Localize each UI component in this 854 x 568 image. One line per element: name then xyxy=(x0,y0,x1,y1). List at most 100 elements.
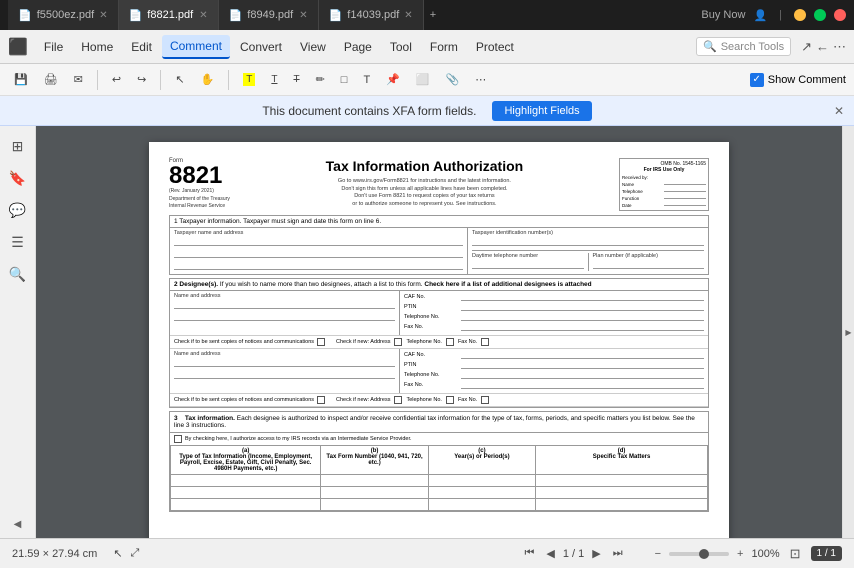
tab-bar: 📄 f5500ez.pdf ✕ 📄 f8821.pdf ✕ 📄 f8949.pd… xyxy=(8,0,701,30)
toolbar-highlight[interactable]: T xyxy=(237,70,261,89)
zoom-percent-label: 100% xyxy=(751,548,779,560)
sidebar-layers-icon[interactable]: ☰ xyxy=(6,230,30,254)
sidebar-search-icon[interactable]: 🔍 xyxy=(6,262,30,286)
section1-header: 1 Taxpayer information. Taxpayer must si… xyxy=(170,216,708,228)
toolbar-print[interactable]: 🖨 xyxy=(38,70,64,89)
menu-home[interactable]: Home xyxy=(73,36,121,58)
separator-1 xyxy=(97,70,98,90)
pdf-viewer[interactable]: Form 8821 (Rev. January 2021) Department… xyxy=(36,126,842,538)
toolbar-stamp[interactable]: ⬜ xyxy=(410,70,436,89)
app-logo: ⬛ xyxy=(8,37,28,57)
show-comment-checkbox[interactable]: ✓ xyxy=(750,73,764,87)
toolbar-sticky[interactable]: 📌 xyxy=(380,70,406,89)
highlight-fields-button[interactable]: Highlight Fields xyxy=(492,101,591,121)
copies-row-2: Check if to be sent copies of notices an… xyxy=(170,394,708,407)
xfa-banner: This document contains XFA form fields. … xyxy=(0,96,854,126)
zoom-slider[interactable] xyxy=(669,552,729,556)
tab-f5500ez[interactable]: 📄 f5500ez.pdf ✕ xyxy=(8,0,119,30)
tax-table: (a) Type of Tax Information (Income, Emp… xyxy=(170,445,708,511)
cursor-icon: ↖ xyxy=(113,547,122,560)
menu-page[interactable]: Page xyxy=(336,36,380,58)
toolbar-redo[interactable]: ↪ xyxy=(131,70,152,89)
back-icon[interactable]: ← xyxy=(816,39,829,55)
show-comment-toggle[interactable]: ✓ Show Comment xyxy=(750,73,846,87)
xfa-close-button[interactable]: ✕ xyxy=(834,104,844,118)
section2-header: 2 Designee(s). If you wish to name more … xyxy=(170,279,708,291)
fit-page-button[interactable]: ⊡ xyxy=(788,544,803,564)
minimize-button[interactable] xyxy=(794,9,806,21)
toolbar-underline[interactable]: T xyxy=(265,71,283,88)
col-a-header: (a) Type of Tax Information (Income, Emp… xyxy=(171,446,321,475)
designee-row-2: Name and address CAF No. PTIN xyxy=(170,349,708,394)
tab-close-1[interactable]: ✕ xyxy=(199,10,207,21)
tab-f8949[interactable]: 📄 f8949.pdf ✕ xyxy=(219,0,319,30)
buy-now-link[interactable]: Buy Now xyxy=(701,9,745,21)
pdf-icon: 📄 xyxy=(18,9,32,22)
left-sidebar: ⊞ 🔖 💬 ☰ 🔍 ◀ xyxy=(0,126,36,538)
last-page-button[interactable]: ⏭ xyxy=(609,545,627,562)
first-page-button[interactable]: ⏮ xyxy=(520,545,538,562)
menu-tool[interactable]: Tool xyxy=(382,36,420,58)
sidebar-bookmark-icon[interactable]: 🔖 xyxy=(6,166,30,190)
menu-protect[interactable]: Protect xyxy=(468,36,522,58)
page-indicator: 1 / 1 xyxy=(811,546,842,561)
col-c-header: (c) Year(s) or Period(s) xyxy=(428,446,535,475)
toolbar-pencil[interactable]: ✏ xyxy=(310,70,331,89)
toolbar-email[interactable]: ✉ xyxy=(68,70,89,89)
menu-convert[interactable]: Convert xyxy=(232,36,290,58)
sidebar-collapse-arrow[interactable]: ◀ xyxy=(14,519,22,530)
external-link-icon[interactable]: ↗ xyxy=(801,39,812,55)
title-bar: 📄 f5500ez.pdf ✕ 📄 f8821.pdf ✕ 📄 f8949.pd… xyxy=(0,0,854,30)
more-icon[interactable]: ⋯ xyxy=(833,39,846,55)
toolbar-cursor[interactable]: ↖ xyxy=(169,70,190,89)
menu-comment[interactable]: Comment xyxy=(162,35,230,59)
maximize-button[interactable] xyxy=(814,9,826,21)
new-phone-checkbox-2[interactable] xyxy=(446,396,454,404)
toolbar-strikethrough[interactable]: T xyxy=(287,71,305,88)
toolbar-text[interactable]: T xyxy=(357,71,376,89)
sidebar-comment-icon[interactable]: 💬 xyxy=(6,198,30,222)
select-icon: ⤢ xyxy=(131,547,140,560)
isp-access-row: By checking here, I authorize access to … xyxy=(170,433,708,445)
new-fax-checkbox-1[interactable] xyxy=(481,338,489,346)
menu-view[interactable]: View xyxy=(292,36,334,58)
pdf-icon-2: 📄 xyxy=(129,9,143,22)
zoom-in-button[interactable]: + xyxy=(733,546,747,562)
pdf-icon-4: 📄 xyxy=(329,9,343,22)
tab-close-3[interactable]: ✕ xyxy=(404,10,412,21)
strikethrough-icon: T xyxy=(293,74,299,85)
menu-edit[interactable]: Edit xyxy=(123,36,160,58)
search-box[interactable]: 🔍 Search Tools xyxy=(696,37,791,56)
pdf-icon-3: 📄 xyxy=(229,9,243,22)
sidebar-pages-icon[interactable]: ⊞ xyxy=(6,134,30,158)
next-page-button[interactable]: ▶ xyxy=(588,545,604,562)
toolbar-hand[interactable]: ✋ xyxy=(195,70,221,89)
menu-file[interactable]: File xyxy=(36,36,71,58)
toolbar-save[interactable]: 💾 xyxy=(8,70,34,89)
copies-checkbox-1[interactable] xyxy=(317,338,325,346)
new-address-checkbox-2[interactable] xyxy=(394,396,402,404)
tab-close-2[interactable]: ✕ xyxy=(299,10,307,21)
tab-f8821[interactable]: 📄 f8821.pdf ✕ xyxy=(119,0,219,30)
close-button[interactable] xyxy=(834,9,846,21)
new-fax-checkbox-2[interactable] xyxy=(481,396,489,404)
copies-checkbox-2[interactable] xyxy=(317,396,325,404)
new-phone-checkbox-1[interactable] xyxy=(446,338,454,346)
isp-checkbox[interactable] xyxy=(174,435,182,443)
menu-bar: ⬛ File Home Edit Comment Convert View Pa… xyxy=(0,30,854,64)
section3-header: 3 Tax information. Each designee is auth… xyxy=(170,412,708,433)
menu-form[interactable]: Form xyxy=(422,36,466,58)
tab-close-0[interactable]: ✕ xyxy=(99,10,107,21)
new-address-checkbox-1[interactable] xyxy=(394,338,402,346)
right-sidebar-toggle[interactable]: ▶ xyxy=(842,126,854,538)
toolbar-more[interactable]: ⋯ xyxy=(469,70,492,89)
toolbar-shapes[interactable]: □ xyxy=(335,71,354,89)
section2-designee: 2 Designee(s). If you wish to name more … xyxy=(169,278,709,408)
new-tab-button[interactable]: + xyxy=(424,0,442,30)
tab-f14039[interactable]: 📄 f14039.pdf ✕ xyxy=(319,0,424,30)
toolbar-undo[interactable]: ↩ xyxy=(106,70,127,89)
zoom-out-button[interactable]: − xyxy=(651,546,665,562)
highlight-icon: T xyxy=(243,73,255,86)
toolbar-attach[interactable]: 📎 xyxy=(440,70,466,89)
prev-page-button[interactable]: ◀ xyxy=(542,545,558,562)
